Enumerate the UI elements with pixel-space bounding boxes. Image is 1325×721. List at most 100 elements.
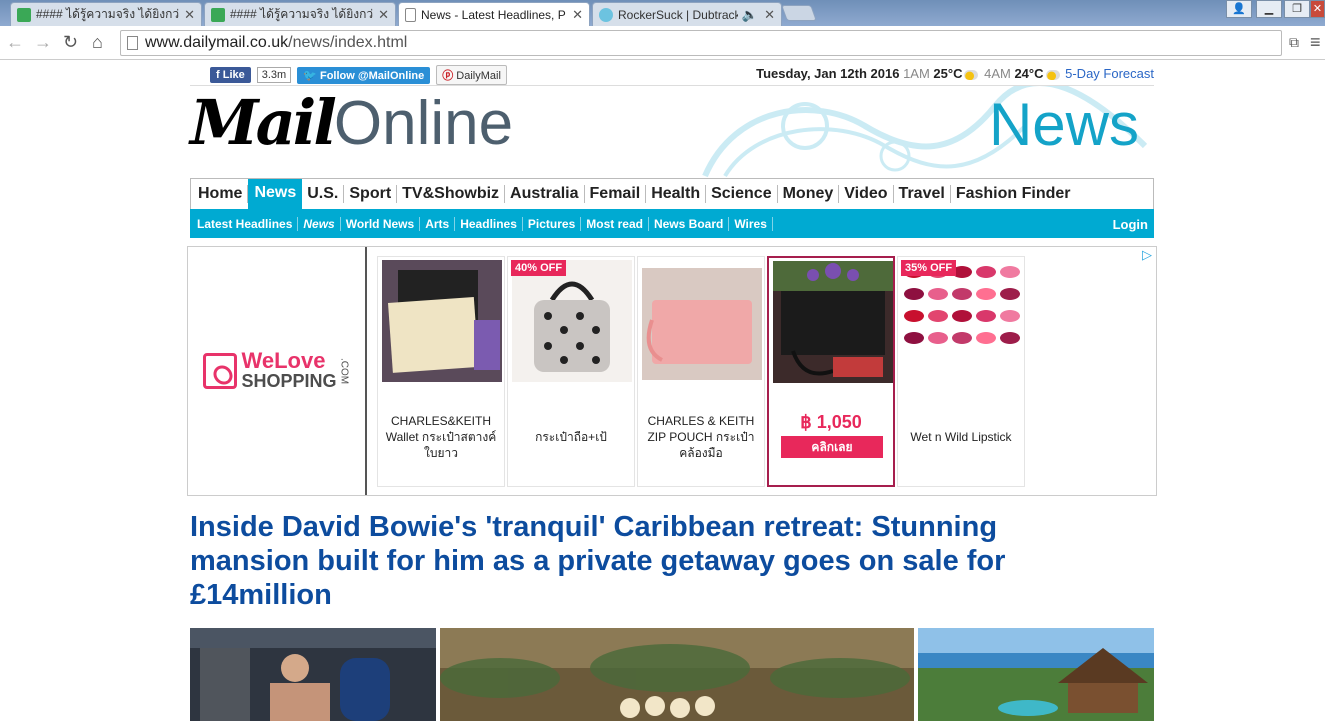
- page-icon: [405, 7, 416, 22]
- nav-item-news[interactable]: News: [248, 179, 303, 209]
- site-favicon-icon: [599, 7, 613, 22]
- article-photo[interactable]: [918, 628, 1154, 721]
- nav-item-health[interactable]: Health: [646, 185, 707, 203]
- product-name: CHARLES & KEITH ZIP POUCH กระเป๋าคล้องมื…: [647, 414, 755, 460]
- address-bar: ← → ↻ ⌂ www.dailymail.co.uk/news/index.h…: [0, 26, 1325, 60]
- shop-now-button[interactable]: คลิกเลย: [781, 436, 883, 458]
- tab-title: News - Latest Headlines, P: [421, 7, 566, 22]
- shopping-bag-icon: [203, 353, 238, 389]
- reload-icon[interactable]: ↻: [63, 33, 78, 51]
- subnav-item-wires[interactable]: Wires: [729, 216, 773, 231]
- ad-product[interactable]: 40% OFF กระเป๋าถือ+เป้: [507, 256, 635, 487]
- back-icon[interactable]: ←: [6, 33, 24, 51]
- close-window-button[interactable]: ✕: [1310, 0, 1325, 18]
- forward-icon[interactable]: →: [34, 33, 52, 51]
- new-tab-button[interactable]: [781, 5, 817, 21]
- close-icon[interactable]: ✕: [764, 7, 775, 23]
- site-favicon-icon: [211, 7, 225, 22]
- weather-icon: [964, 69, 979, 80]
- page-icon: [127, 36, 138, 50]
- nav-item-fashion-finder[interactable]: Fashion Finder: [951, 185, 1076, 203]
- nav-item-femail[interactable]: Femail: [585, 185, 647, 203]
- nav-item-australia[interactable]: Australia: [505, 185, 585, 203]
- close-icon[interactable]: ✕: [378, 7, 389, 23]
- menu-icon[interactable]: ≡: [1310, 33, 1321, 51]
- like-label: Like: [222, 69, 245, 81]
- discount-badge: 35% OFF: [901, 260, 957, 276]
- pinterest-icon: ⓟ: [442, 70, 454, 82]
- like-count: 3.3m: [256, 67, 292, 83]
- adchoices-icon[interactable]: ▷: [1142, 247, 1152, 263]
- subnav-item-most-read[interactable]: Most read: [581, 216, 649, 231]
- forecast-link[interactable]: 5-Day Forecast: [1065, 66, 1154, 81]
- translate-icon[interactable]: ⧉: [1289, 33, 1299, 51]
- pinterest-button[interactable]: ⓟ DailyMail: [436, 65, 507, 85]
- ad-product[interactable]: 35% OFF Wet n Wild Lipstick: [897, 256, 1025, 487]
- ad-product-featured[interactable]: ฿ 1,050 คลิกเลย: [767, 256, 895, 487]
- product-price: ฿ 1,050: [800, 412, 862, 432]
- nav-item-science[interactable]: Science: [706, 185, 778, 203]
- subnav-item-headlines[interactable]: Headlines: [455, 216, 523, 231]
- handbag-image: [512, 260, 632, 382]
- subnav-item-pictures[interactable]: Pictures: [523, 216, 582, 231]
- mailonline-logo[interactable]: MailOnline: [190, 88, 513, 159]
- tab-title: #### ได้รู้ความจริง ได้ยิงกว่า: [36, 7, 181, 21]
- nav-item-video[interactable]: Video: [839, 185, 894, 203]
- ad-product[interactable]: CHARLES & KEITH ZIP POUCH กระเป๋าคล้องมื…: [637, 256, 765, 487]
- section-title: News: [988, 91, 1139, 158]
- time-2: 4AM: [984, 66, 1011, 81]
- article-photo[interactable]: [440, 628, 914, 721]
- login-link[interactable]: Login: [1113, 217, 1148, 232]
- nav-item-tv-showbiz[interactable]: TV&Showbiz: [397, 185, 506, 203]
- subnav-item-news[interactable]: News: [298, 216, 341, 231]
- article-headline[interactable]: Inside David Bowie's 'tranquil' Caribbea…: [190, 510, 1070, 612]
- welove-shopping-logo[interactable]: WeLove SHOPPING .COM: [188, 247, 367, 495]
- tab-title: #### ได้รู้ความจริง ได้ยิงกว่า: [230, 7, 375, 21]
- temp-1: 25°C: [933, 66, 963, 81]
- subnav-item-arts[interactable]: Arts: [420, 216, 456, 231]
- temp-2: 24°C: [1014, 66, 1044, 81]
- close-icon[interactable]: ✕: [184, 7, 195, 23]
- tab-title: RockerSuck | Dubtrack.f: [618, 7, 738, 22]
- user-icon[interactable]: 👤: [1226, 0, 1252, 18]
- wallet-image: [382, 260, 502, 382]
- weather-bar: Tuesday, Jan 12th 2016 1AM 25°C 4AM 24°C…: [756, 66, 1154, 81]
- article-photo[interactable]: [190, 628, 436, 721]
- restore-button[interactable]: ❐: [1284, 0, 1310, 18]
- nav-item-sport[interactable]: Sport: [344, 185, 398, 203]
- sub-nav: Latest Headlines News World News Arts Headli…: [190, 209, 1154, 238]
- ad-product[interactable]: CHARLES&KEITH Wallet กระเป๋าสตางค์ใบยาว: [377, 256, 505, 487]
- time-1: 1AM: [903, 66, 930, 81]
- wallet-image: [773, 261, 893, 383]
- browser-tab[interactable]: #### ได้รู้ความจริง ได้ยิงกว่า ✕: [10, 2, 202, 26]
- browser-tab-active[interactable]: News - Latest Headlines, P ✕: [398, 2, 590, 26]
- date-text: Tuesday, Jan 12th 2016: [756, 66, 900, 81]
- nav-item-u-s-[interactable]: U.S.: [302, 185, 345, 203]
- speaker-icon: 🔈: [741, 6, 759, 22]
- url-input[interactable]: www.dailymail.co.uk/news/index.html: [120, 30, 1282, 56]
- product-name: CHARLES&KEITH Wallet กระเป๋าสตางค์ใบยาว: [385, 414, 497, 460]
- nav-item-home[interactable]: Home: [193, 185, 249, 203]
- url-host: www.dailymail.co.uk: [145, 34, 289, 51]
- subnav-item-news-board[interactable]: News Board: [649, 216, 730, 231]
- social-buttons: f Like 3.3m 🐦 Follow @MailOnline ⓟ Daily…: [210, 65, 507, 85]
- close-icon[interactable]: ✕: [572, 7, 583, 23]
- nav-item-money[interactable]: Money: [778, 185, 840, 203]
- advertisement[interactable]: WeLove SHOPPING .COM ▷ CHARLES&KEITH Wal…: [187, 246, 1157, 496]
- twitter-label: Follow @MailOnline: [319, 69, 425, 82]
- lipstick-image: [902, 260, 1022, 382]
- subnav-item-latest-headlines[interactable]: Latest Headlines: [192, 216, 299, 231]
- nav-item-travel[interactable]: Travel: [894, 185, 951, 203]
- browser-tab[interactable]: #### ได้รู้ความจริง ได้ยิงกว่า ✕: [204, 2, 396, 26]
- product-name: Wet n Wild Lipstick: [910, 430, 1012, 444]
- url-path: /news/index.html: [288, 34, 408, 51]
- minimize-button[interactable]: ▁: [1256, 0, 1282, 18]
- site-favicon-icon: [17, 7, 31, 22]
- subnav-item-world-news[interactable]: World News: [341, 216, 421, 231]
- brand-com: .COM: [338, 357, 350, 385]
- home-icon[interactable]: ⌂: [92, 33, 103, 51]
- twitter-follow-button[interactable]: 🐦 Follow @MailOnline: [297, 66, 431, 84]
- browser-tab[interactable]: RockerSuck | Dubtrack.f 🔈 ✕: [592, 2, 782, 26]
- pouch-image: [642, 260, 762, 382]
- facebook-like-button[interactable]: f Like: [210, 67, 251, 83]
